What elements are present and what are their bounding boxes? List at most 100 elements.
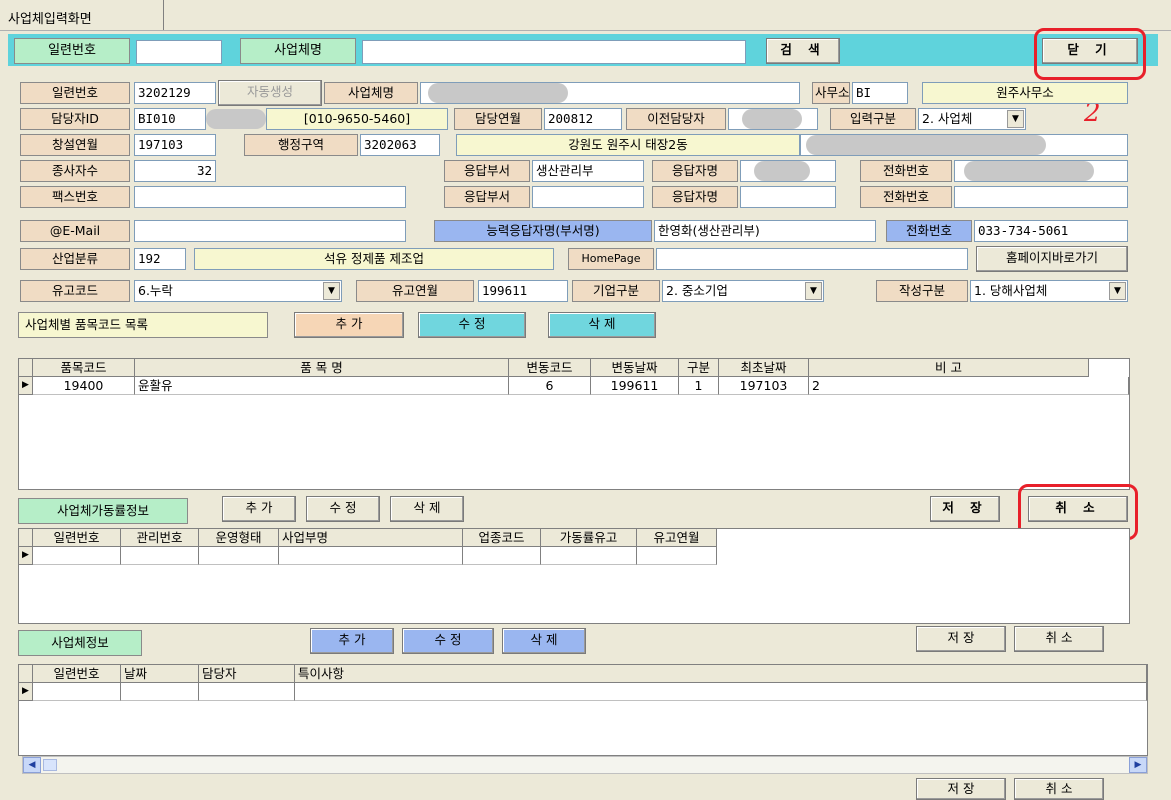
operation-edit-button[interactable]: 수 정 xyxy=(306,496,380,522)
search-button[interactable]: 검 색 xyxy=(766,38,840,64)
founded-field[interactable]: 197103 xyxy=(134,134,216,156)
info-col-manager[interactable]: 담당자 xyxy=(199,665,295,683)
info-save-button[interactable]: 저 장 xyxy=(916,626,1006,652)
items-cell-code[interactable]: 19400 xyxy=(33,377,135,395)
items-cell-change-code[interactable]: 6 xyxy=(509,377,591,395)
info-add-button[interactable]: 추 가 xyxy=(310,628,394,654)
operation-col-division[interactable]: 사업부명 xyxy=(279,529,463,547)
serial-field[interactable]: 3202129 xyxy=(134,82,216,104)
tel2-field[interactable] xyxy=(954,186,1128,208)
auto-generate-button[interactable]: 자동생성 xyxy=(218,80,322,106)
horizontal-scrollbar[interactable]: ◀ ▶ xyxy=(22,756,1148,774)
email-field[interactable] xyxy=(134,220,406,242)
operation-col-serial[interactable]: 일련번호 xyxy=(33,529,121,547)
search-company-input[interactable] xyxy=(362,40,746,64)
info-edit-button[interactable]: 수 정 xyxy=(402,628,494,654)
items-cell-type[interactable]: 1 xyxy=(679,377,719,395)
employees-field[interactable]: 32 xyxy=(134,160,216,182)
resp-name2-label: 응답자명 xyxy=(652,186,738,208)
resp-name-label: 응답자명 xyxy=(652,160,738,182)
homepage-label: HomePage xyxy=(568,248,654,270)
chevron-down-icon[interactable]: ▼ xyxy=(1007,110,1024,128)
chevron-down-icon[interactable]: ▼ xyxy=(805,282,822,300)
resp-name2-field[interactable] xyxy=(740,186,836,208)
items-delete-button[interactable]: 삭 제 xyxy=(548,312,656,338)
scroll-right-icon[interactable]: ▶ xyxy=(1129,757,1147,773)
manager-id-label: 담당자ID xyxy=(20,108,130,130)
items-cell-note[interactable]: 2 xyxy=(809,377,1129,395)
footer-cancel-button[interactable]: 취 소 xyxy=(1014,778,1104,800)
write-type-select[interactable]: 1. 당해사업체 ▼ xyxy=(970,280,1128,302)
resp-name-field[interactable] xyxy=(740,160,836,182)
info-col-date[interactable]: 날짜 xyxy=(121,665,199,683)
info-delete-button[interactable]: 삭 제 xyxy=(502,628,586,654)
tel-field[interactable] xyxy=(954,160,1128,182)
biz-type-select[interactable]: 2. 중소기업 ▼ xyxy=(662,280,824,302)
scroll-thumb[interactable] xyxy=(43,759,57,771)
resp-dept-field[interactable]: 생산관리부 xyxy=(532,160,644,182)
homepage-go-button[interactable]: 홈페이지바로가기 xyxy=(976,246,1128,272)
email-label: @E-Mail xyxy=(20,220,130,242)
search-serial-input[interactable] xyxy=(136,40,222,64)
scroll-left-icon[interactable]: ◀ xyxy=(23,757,41,773)
resp-dept2-field[interactable] xyxy=(532,186,644,208)
manager-ym-label: 담당연월 xyxy=(454,108,542,130)
items-col-change-date[interactable]: 변동날짜 xyxy=(591,359,679,377)
operation-col-form[interactable]: 운영형태 xyxy=(199,529,279,547)
company-label: 사업체명 xyxy=(324,82,418,104)
address-field[interactable] xyxy=(800,134,1128,156)
operation-col-mgmt[interactable]: 관리번호 xyxy=(121,529,199,547)
items-grid[interactable]: 품목코드 품 목 명 변동코드 변동날짜 구분 최초날짜 비 고 ▶ 19400… xyxy=(18,358,1130,490)
tel3-field[interactable]: 033-734-5061 xyxy=(974,220,1128,242)
company-field[interactable] xyxy=(420,82,800,104)
write-type-label: 작성구분 xyxy=(876,280,968,302)
operation-col-industry[interactable]: 업종코드 xyxy=(463,529,541,547)
chevron-down-icon[interactable]: ▼ xyxy=(1109,282,1126,300)
items-col-change-code[interactable]: 변동코드 xyxy=(509,359,591,377)
items-col-first-date[interactable]: 최초날짜 xyxy=(719,359,809,377)
info-col-note[interactable]: 특이사항 xyxy=(295,665,1147,683)
items-col-type[interactable]: 구분 xyxy=(679,359,719,377)
row-selector-icon: ▶ xyxy=(19,683,33,701)
footer-save-button[interactable]: 저 장 xyxy=(916,778,1006,800)
items-col-name[interactable]: 품 목 명 xyxy=(135,359,509,377)
oil-ym-label: 유고연월 xyxy=(356,280,474,302)
operation-add-button[interactable]: 추 가 xyxy=(222,496,296,522)
office-code-field[interactable]: BI xyxy=(852,82,908,104)
items-cell-first-date[interactable]: 197103 xyxy=(719,377,809,395)
chevron-down-icon[interactable]: ▼ xyxy=(323,282,340,300)
info-col-serial[interactable]: 일련번호 xyxy=(33,665,121,683)
oil-ym-field[interactable]: 199611 xyxy=(478,280,568,302)
able-resp-field[interactable]: 한영화(생산관리부) xyxy=(654,220,876,242)
info-cancel-button[interactable]: 취 소 xyxy=(1014,626,1104,652)
items-add-button[interactable]: 추 가 xyxy=(294,312,404,338)
fax-field[interactable] xyxy=(134,186,406,208)
info-grid[interactable]: 일련번호 날짜 담당자 특이사항 ▶ xyxy=(18,664,1148,756)
input-type-select[interactable]: 2. 사업체 ▼ xyxy=(918,108,1026,130)
items-section-title: 사업체별 품목코드 목록 xyxy=(18,312,268,338)
row-selector-icon: ▶ xyxy=(19,377,33,395)
homepage-field[interactable] xyxy=(656,248,968,270)
items-col-code[interactable]: 품목코드 xyxy=(33,359,135,377)
operation-grid[interactable]: 일련번호 관리번호 운영형태 사업부명 업종코드 가동률유고 유고연월 ▶ xyxy=(18,528,1130,624)
window-tab[interactable]: 사업체입력화면 xyxy=(4,0,164,30)
admin-code-field[interactable]: 3202063 xyxy=(360,134,440,156)
oil-code-select[interactable]: 6.누락 ▼ xyxy=(134,280,342,302)
operation-delete-button[interactable]: 삭 제 xyxy=(390,496,464,522)
items-cell-change-date[interactable]: 199611 xyxy=(591,377,679,395)
oil-code-value: 6.누락 xyxy=(138,283,173,298)
operation-section-title: 사업체가동률정보 xyxy=(18,498,188,524)
input-type-label: 입력구분 xyxy=(830,108,916,130)
operation-save-button[interactable]: 저 장 xyxy=(930,496,1000,522)
manager-id-field[interactable]: BI010 xyxy=(134,108,206,130)
operation-col-rate[interactable]: 가동률유고 xyxy=(541,529,637,547)
items-edit-button[interactable]: 수 정 xyxy=(418,312,526,338)
prev-manager-field[interactable] xyxy=(728,108,818,130)
search-company-label: 사업체명 xyxy=(240,38,356,64)
operation-col-ym[interactable]: 유고연월 xyxy=(637,529,717,547)
office-name-field: 원주사무소 xyxy=(922,82,1128,104)
industry-code-field[interactable]: 192 xyxy=(134,248,186,270)
items-col-note[interactable]: 비 고 xyxy=(809,359,1089,377)
items-cell-name[interactable]: 윤활유 xyxy=(135,377,509,395)
manager-ym-field[interactable]: 200812 xyxy=(544,108,622,130)
